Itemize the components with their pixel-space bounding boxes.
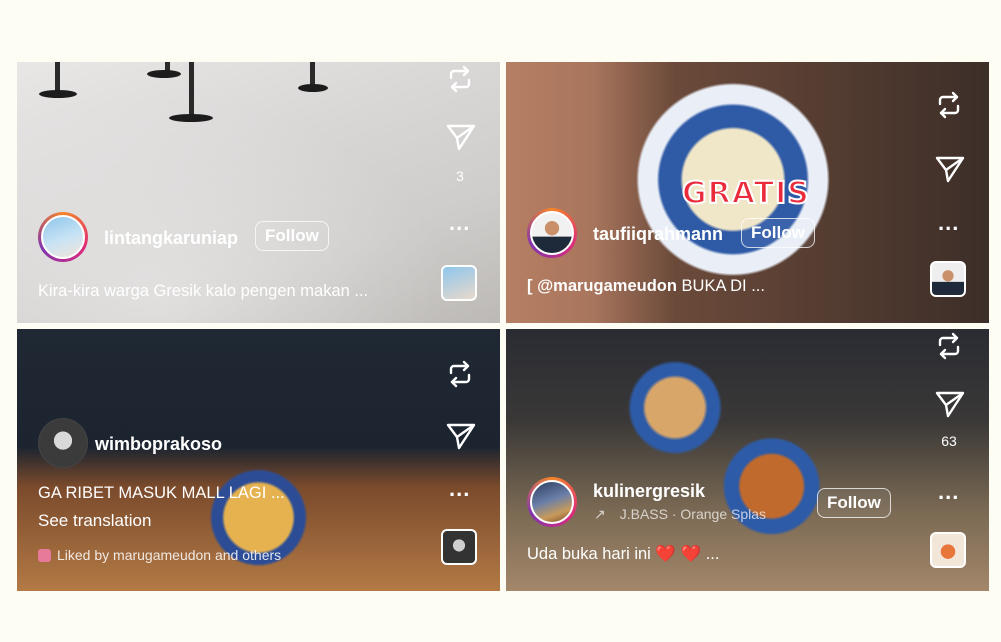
send-icon[interactable] [445,122,477,152]
reel-tile-3[interactable]: ... wimboprakoso GA RIBET MASUK MALL LAG… [17,329,500,591]
more-icon[interactable]: ... [938,210,959,236]
repost-icon[interactable] [445,359,475,389]
queue-pole-base [169,114,213,122]
send-icon[interactable] [934,389,966,419]
username[interactable]: kulinergresik [593,481,705,502]
caption-mention[interactable]: [ @marugameudon [527,277,677,295]
queue-pole [55,62,60,92]
liked-by[interactable]: Liked by marugameudon and others [38,547,281,563]
queue-pole-base [298,84,328,92]
follow-button[interactable]: Follow [741,218,815,248]
queue-pole-base [39,90,77,98]
caption-ellipsis: ... [701,545,720,563]
repost-icon[interactable] [934,331,964,361]
caption[interactable]: [ @marugameudon BUKA DI ... [527,277,765,296]
liked-by-text: Liked by marugameudon and others [57,547,282,563]
audio-thumbnail[interactable] [441,265,477,301]
caption-text: BUKA DI ... [676,277,765,295]
caption[interactable]: Uda buka hari ini ❤️ ❤️ ... [527,545,719,564]
audio-track-label: J.BASS · Orange Splas [619,506,767,522]
repost-icon[interactable] [445,64,475,94]
reel-tile-1[interactable]: 3 ... lintangkaruniap Follow Kira-kira w… [17,62,500,323]
audio-thumbnail[interactable] [930,532,966,568]
gratis-overlay-text: GRATIS [681,175,810,212]
audio-thumbnail[interactable] [441,529,477,565]
username[interactable]: taufiiqrahmann [593,224,723,245]
caption[interactable]: GA RIBET MASUK MALL LAGI ... [38,484,285,503]
heart-icon: ❤️ ❤️ [655,545,702,563]
audio-track[interactable]: ↗ J.BASS · Orange Splas [594,506,766,523]
queue-pole-base [147,70,181,78]
username[interactable]: wimboprakoso [95,434,222,455]
username[interactable]: lintangkaruniap [104,228,238,249]
audio-thumbnail[interactable] [930,261,966,297]
audio-arrow-icon: ↗ [594,506,606,522]
send-count: 3 [456,168,464,184]
see-translation-link[interactable]: See translation [38,511,151,531]
caption[interactable]: Kira-kira warga Gresik kalo pengen makan… [38,282,368,301]
queue-pole [189,62,194,117]
reel-tile-2[interactable]: GRATIS ... taufiiqrahmann Follow [ @maru… [506,62,989,323]
avatar[interactable] [38,212,88,262]
more-icon[interactable]: ... [449,476,470,502]
send-icon[interactable] [934,154,966,184]
more-icon[interactable]: ... [449,210,470,236]
repost-icon[interactable] [934,90,964,120]
send-count: 63 [941,433,957,449]
follow-button[interactable]: Follow [817,488,891,518]
caption-text: Uda buka hari ini [527,545,656,563]
avatar[interactable] [38,418,88,468]
send-icon[interactable] [445,421,477,451]
more-icon[interactable]: ... [938,479,959,505]
follow-button[interactable]: Follow [255,221,329,251]
avatar[interactable] [527,477,577,527]
heart-icon [38,549,51,562]
avatar[interactable] [527,208,577,258]
reel-tile-4[interactable]: 63 ... kulinergresik ↗ J.BASS · Orange Sp… [506,329,989,591]
